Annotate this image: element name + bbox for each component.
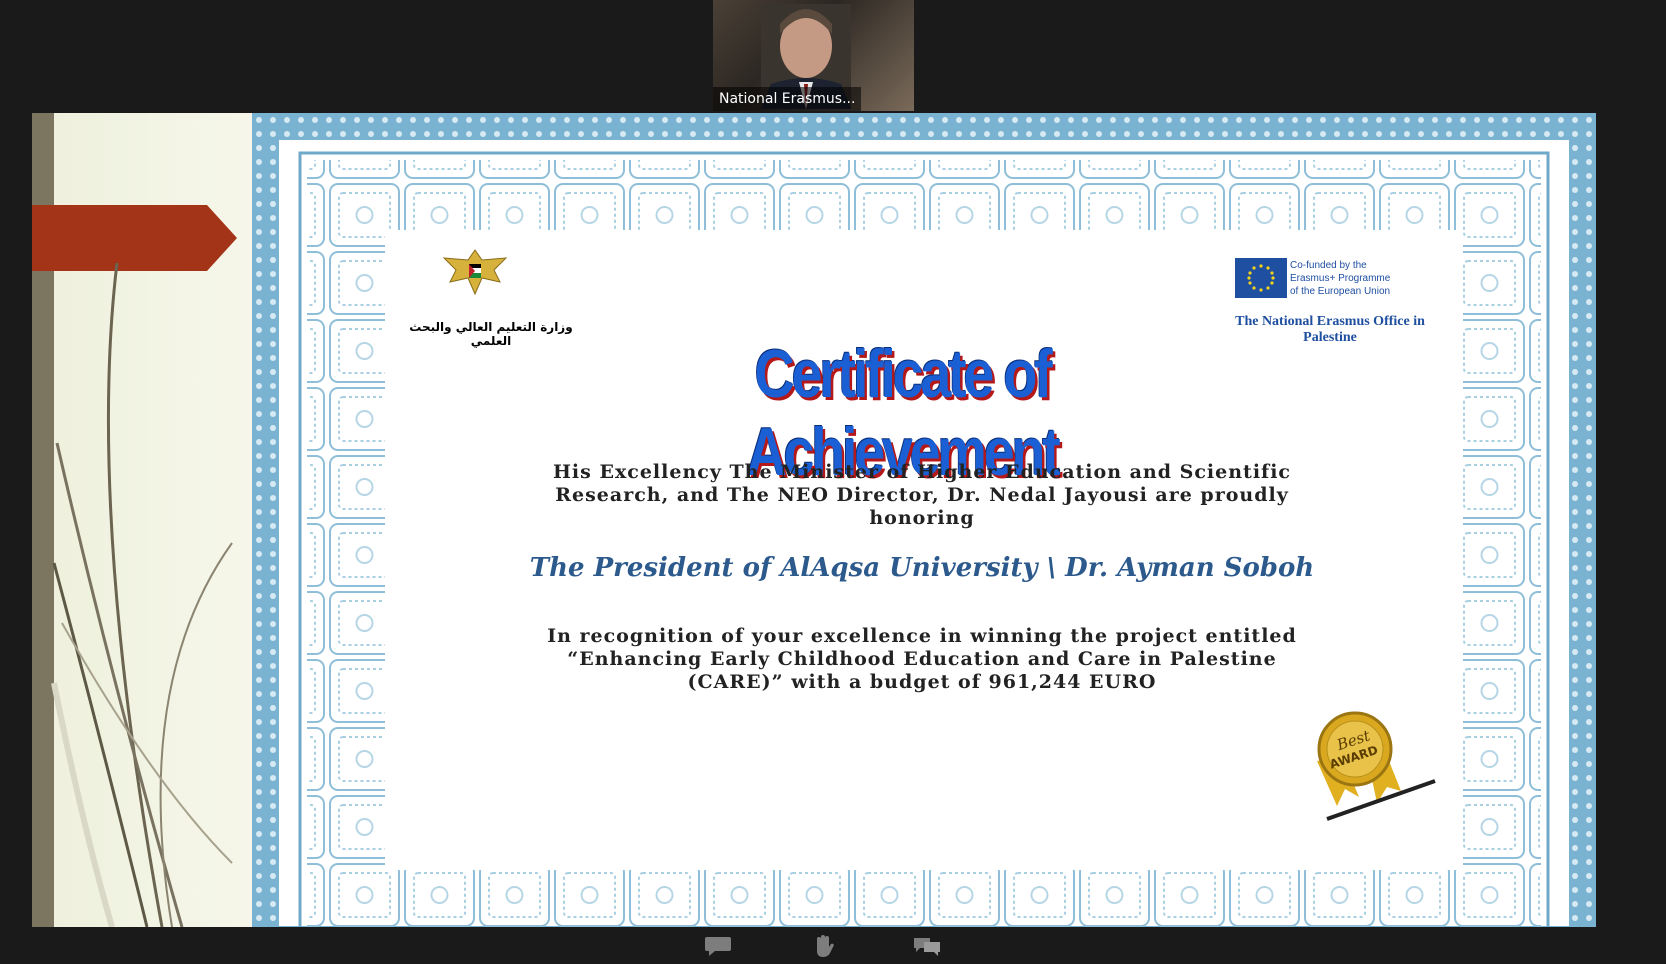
eu-flag-icon [1235,258,1287,298]
best-award-seal: Best AWARD [1317,711,1436,821]
palestine-eagle-emblem [442,249,508,296]
shared-screen: وزارة التعليم العالي والبحث العلمي Co-fu… [32,113,1596,927]
raise-hand-icon[interactable] [808,934,838,958]
recognition-statement: In recognition of your excellence in win… [462,625,1382,694]
recognition-line: In recognition of your excellence in win… [547,625,1297,647]
eu-cofunded-text: Co-funded by the Erasmus+ Programme of t… [1290,259,1400,298]
participant-video-tile[interactable]: National Erasmus... [713,0,914,111]
honor-line: honoring [869,507,975,529]
recognition-line: “Enhancing Early Childhood Education and… [567,648,1277,670]
reactions-icon[interactable] [912,934,942,958]
honor-line: His Excellency The Minister of Higher Ed… [552,461,1292,483]
chat-icon[interactable] [703,934,733,958]
eu-cofunded-line: of the European Union [1290,286,1391,297]
ministry-name-arabic: وزارة التعليم العالي والبحث العلمي [409,320,573,348]
neo-office-name: The National Erasmus Office in Palestine [1235,314,1425,345]
eu-cofunded-line: Erasmus+ Programme [1290,273,1391,284]
certificate-slide: وزارة التعليم العالي والبحث العلمي Co-fu… [252,113,1596,927]
recognition-line: (CARE)” with a budget of 961,244 EURO [687,671,1157,693]
honor-line: Research, and The NEO Director, Dr. Neda… [555,484,1289,506]
honor-statement: His Excellency The Minister of Higher Ed… [472,461,1372,530]
participant-name-label: National Erasmus... [713,87,862,111]
slide-arrow-shape [32,205,237,271]
slide-background [32,113,252,927]
slide-decorative-leaves [51,263,233,927]
meeting-toolbar [0,927,1666,964]
eu-cofunded-line: Co-funded by the [1290,260,1367,271]
recipient-name: The President of AlAqsa University \ Dr.… [529,553,1315,583]
